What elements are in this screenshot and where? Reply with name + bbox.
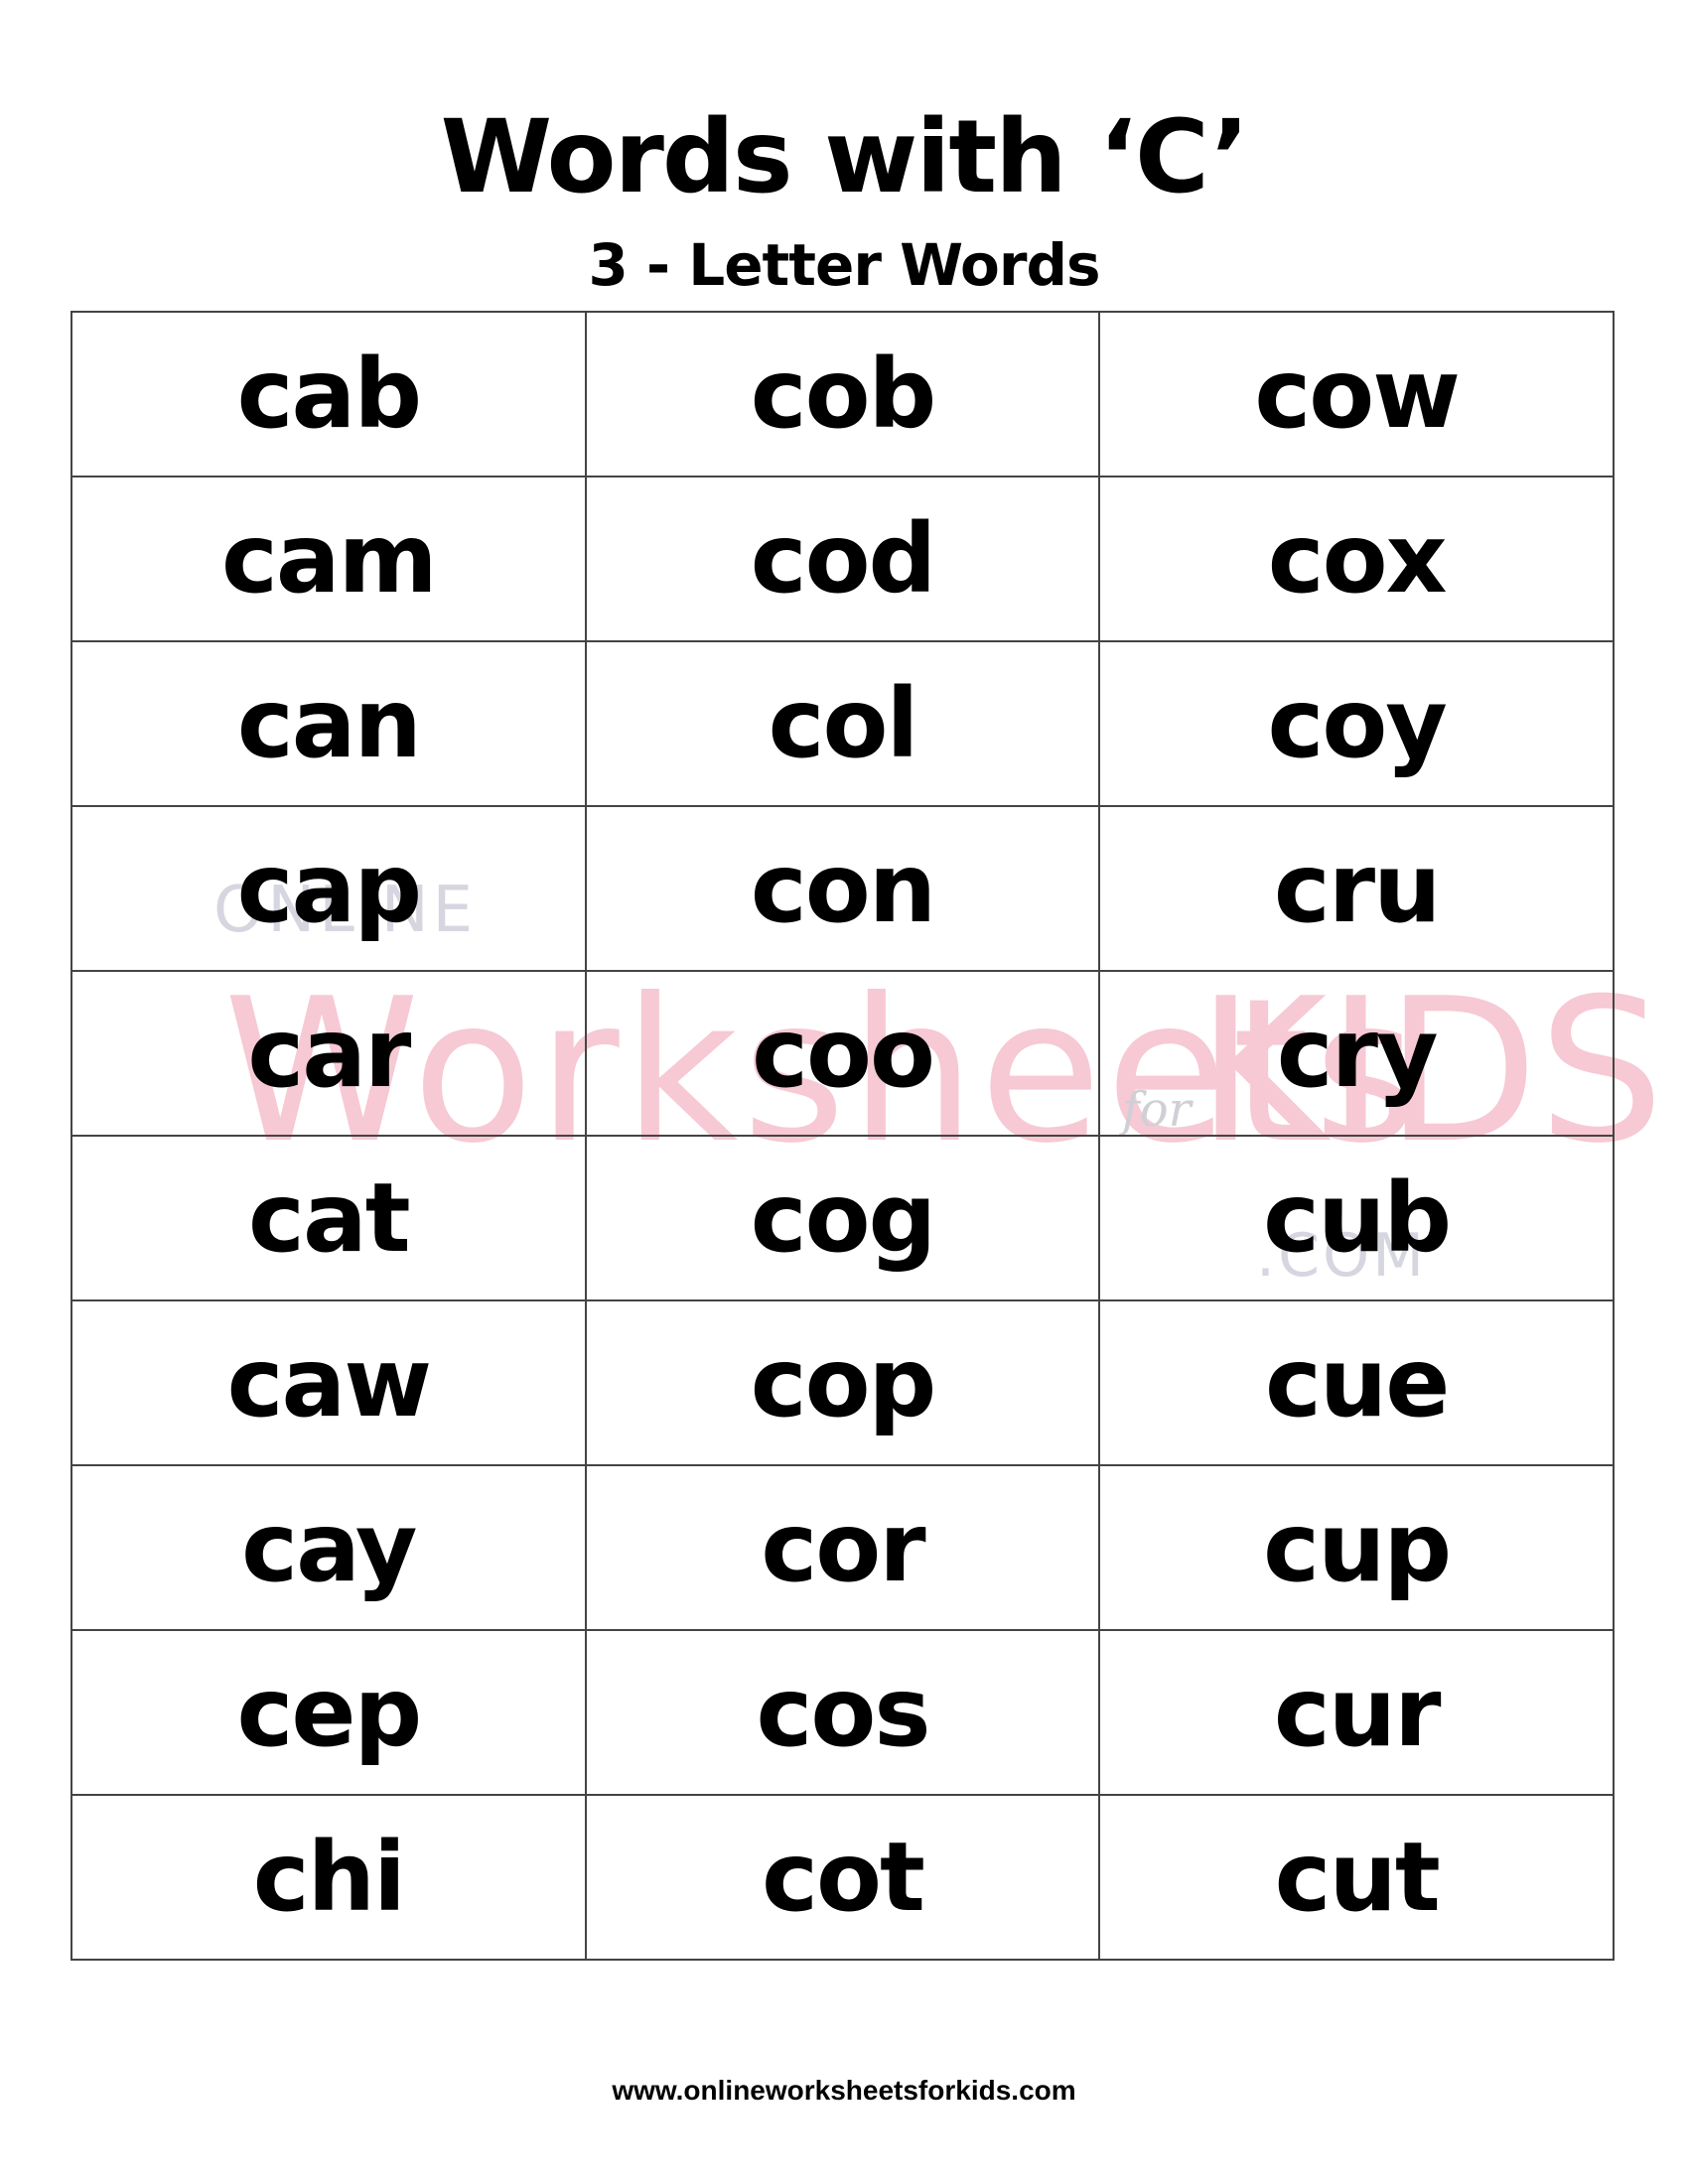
word-table: cab cob cow cam cod cox can col coy cap con cru car c…	[70, 311, 1615, 1961]
table-row: cay cor cup	[70, 1464, 1615, 1631]
table-row: caw cop cue	[70, 1299, 1615, 1466]
word-cell: cod	[584, 476, 1101, 642]
word-cell: cay	[70, 1464, 587, 1631]
worksheet-title: Words with ‘C’	[440, 98, 1250, 216]
word-cell: cub	[1098, 1135, 1615, 1301]
table-row: car coo cry	[70, 970, 1615, 1137]
table-row: cat cog cub	[70, 1135, 1615, 1301]
word-cell: col	[584, 640, 1101, 807]
word-cell: cat	[70, 1135, 587, 1301]
word-cell: car	[70, 970, 587, 1137]
table-row: cep cos cur	[70, 1629, 1615, 1796]
word-cell: caw	[70, 1299, 587, 1466]
table-row: can col coy	[70, 640, 1615, 807]
word-cell: cos	[584, 1629, 1101, 1796]
word-cell: cup	[1098, 1464, 1615, 1631]
word-cell: con	[584, 805, 1101, 972]
word-cell: cox	[1098, 476, 1615, 642]
footer-url: www.onlineworksheetsforkids.com	[612, 2075, 1076, 2106]
word-cell: cow	[1098, 311, 1615, 478]
word-cell: cam	[70, 476, 587, 642]
word-cell: cop	[584, 1299, 1101, 1466]
worksheet-subtitle: 3 - Letter Words	[588, 231, 1100, 299]
word-cell: coy	[1098, 640, 1615, 807]
word-cell: coo	[584, 970, 1101, 1137]
word-cell: cry	[1098, 970, 1615, 1137]
word-cell: cot	[584, 1794, 1101, 1961]
word-cell: can	[70, 640, 587, 807]
word-cell: cab	[70, 311, 587, 478]
word-cell: cob	[584, 311, 1101, 478]
word-cell: cue	[1098, 1299, 1615, 1466]
word-cell: cur	[1098, 1629, 1615, 1796]
table-row: cab cob cow	[70, 311, 1615, 478]
word-cell: cap	[70, 805, 587, 972]
word-cell: cru	[1098, 805, 1615, 972]
word-cell: cor	[584, 1464, 1101, 1631]
word-cell: cog	[584, 1135, 1101, 1301]
word-cell: chi	[70, 1794, 587, 1961]
table-row: cam cod cox	[70, 476, 1615, 642]
table-row: cap con cru	[70, 805, 1615, 972]
table-row: chi cot cut	[70, 1794, 1615, 1961]
word-cell: cut	[1098, 1794, 1615, 1961]
word-cell: cep	[70, 1629, 587, 1796]
